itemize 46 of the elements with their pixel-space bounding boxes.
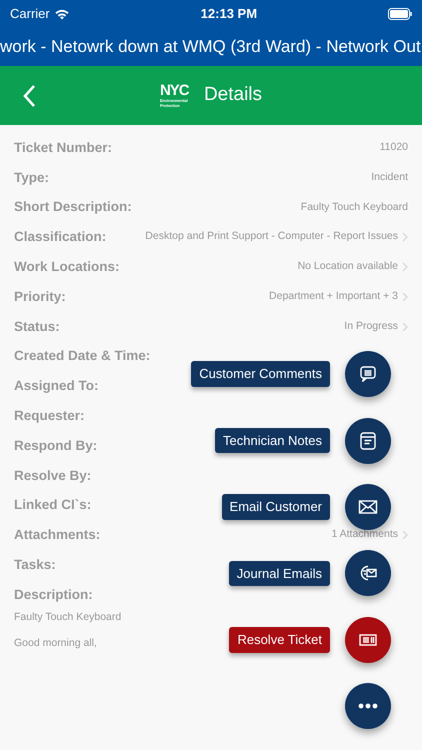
page-title: Details [204,83,262,108]
field-label: Assigned To: [14,377,99,396]
field-label: Tasks: [14,556,56,574]
action-button[interactable] [345,484,391,530]
field-label: Type: [14,168,50,187]
action-label[interactable]: Resolve Ticket [229,627,330,652]
field-label: Respond By: [14,436,98,455]
action-label[interactable]: Email Customer [222,494,330,520]
more-button[interactable] [345,683,391,730]
action-label[interactable]: Technician Notes [215,428,330,454]
back-button[interactable] [22,84,36,108]
action-label[interactable]: Customer Comments [191,361,330,387]
field-label: Work Locations: [14,258,120,276]
field-label: Status: [14,318,60,336]
field-value: In Progress [344,318,398,334]
field-value: Faulty Touch Keyboard [300,200,408,215]
action-button[interactable] [345,351,391,398]
carrier-name: Carrier [10,5,50,24]
field-label: Priority: [14,288,66,306]
action-button[interactable] [345,418,391,464]
wifi-icon [54,8,70,20]
field-label: Resolve By: [14,466,92,485]
field-label: Created Date & Time: [14,347,150,366]
field-value: 1 Attachments [331,527,398,542]
description-text: Good morning all, [14,636,97,650]
logo-text: NYC [160,84,190,98]
field-value: No Location available [298,259,398,274]
field-label: Requester: [14,406,85,425]
description-text: Faulty Touch Keyboard [14,610,122,625]
field-value: Desktop and Print Support - Computer - Report Issues [145,229,398,244]
status-time: 12:13 PM [200,5,258,24]
action-label[interactable]: Journal Emails [228,560,330,586]
field-value: Incident [371,170,408,185]
field-value: Department + Important + 3 [269,289,398,304]
field-label: Short Description: [14,198,132,216]
field-label: Description: [14,586,93,604]
field-label: Linked CI`s: [14,496,92,514]
field-label: Ticket Number: [14,138,112,157]
field-label: Attachments: [14,526,100,544]
action-button[interactable] [345,550,391,596]
field-value: 11020 [380,140,408,156]
more-icon [358,703,378,710]
action-button[interactable] [345,616,391,663]
battery-icon [388,8,412,20]
ticket-title: work - Netowrk down at WMQ (3rd Ward) - Network Out [0,36,421,58]
field-label: Classification: [14,228,106,246]
